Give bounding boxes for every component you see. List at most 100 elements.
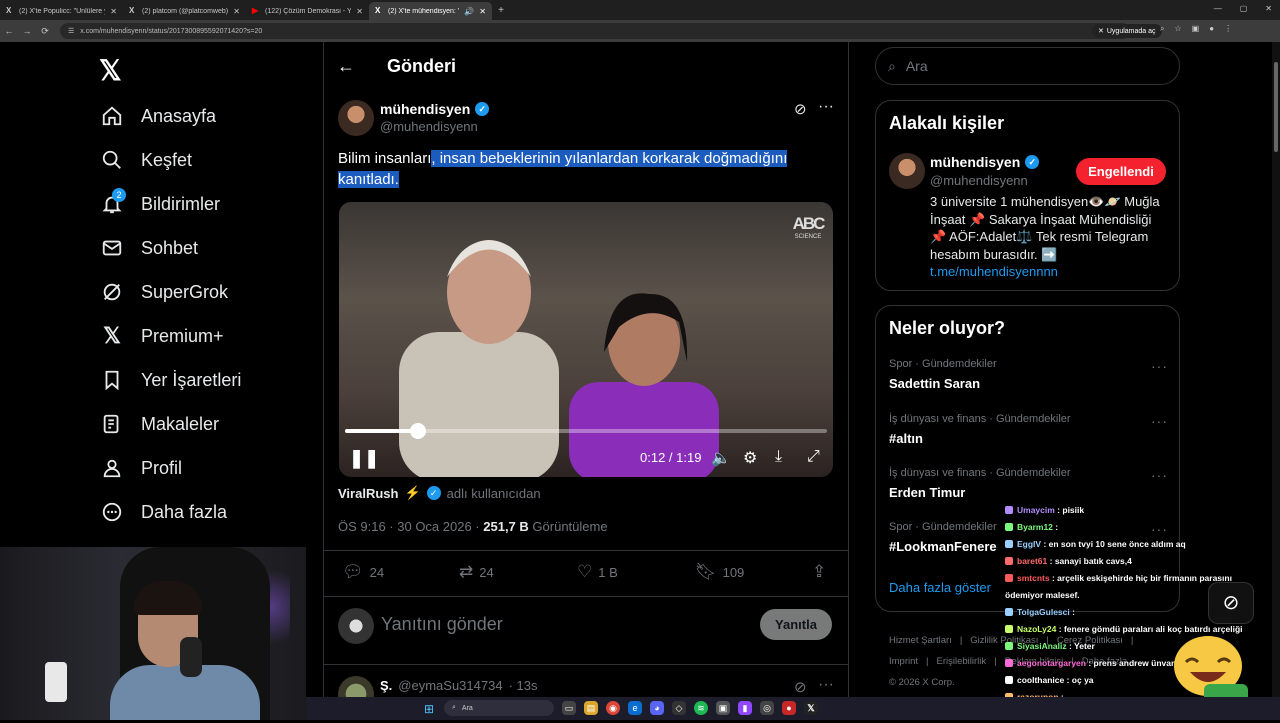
nav-explore[interactable]: Keşfet <box>100 146 192 174</box>
trend-item[interactable]: İş dünyası ve finans · Gündemdekiler Erde… <box>889 467 1071 500</box>
edge-icon[interactable]: e <box>628 701 642 715</box>
reply-button[interactable]: Yanıtla <box>760 609 832 640</box>
nav-chat[interactable]: Sohbet <box>100 234 198 262</box>
browser-tab[interactable]: ▶ (122) Çözüm Demokrasi - YouTub ✕ <box>246 2 369 20</box>
menu-icon[interactable]: ⋮ <box>1224 24 1232 34</box>
forward-nav-icon[interactable]: → <box>18 26 36 36</box>
app-icon[interactable]: ◇ <box>672 701 686 715</box>
zoom-icon[interactable]: ⌕ <box>1160 24 1164 34</box>
chat-text: en son tvyi 10 sene önce aldım aq <box>1048 539 1186 549</box>
close-icon[interactable]: ✕ <box>233 7 240 16</box>
chat-separator: : <box>1052 522 1059 532</box>
post-timestamp[interactable]: ÖS 9:16 · 30 Oca 2026 · <box>338 519 483 534</box>
more-options-icon[interactable]: ··· <box>818 676 834 694</box>
twitch-icon[interactable]: ▮ <box>738 701 752 715</box>
browser-tab[interactable]: X (2) platcom (@platcomweb) / X ✕ <box>123 2 246 20</box>
trend-topic: #altın <box>889 431 923 446</box>
volume-icon[interactable]: 🔈 <box>711 448 731 468</box>
minimize-icon[interactable]: — <box>1214 4 1222 13</box>
show-more-link[interactable]: Daha fazla göster <box>889 580 991 595</box>
trend-item[interactable]: Spor · Gündemdekiler #LookmanFenere <box>889 521 997 554</box>
reply-action[interactable]: 💬︎ 24 <box>342 562 384 582</box>
extensions-icon[interactable]: ▣ <box>1192 24 1200 34</box>
related-handle[interactable]: @muhendisyenn <box>930 173 1028 188</box>
post-text-plain: Bilim insanları <box>338 150 432 167</box>
x-logo-icon[interactable]: 𝕏 <box>99 54 122 87</box>
video-progress-bar[interactable] <box>345 423 827 439</box>
scrollbar-thumb[interactable] <box>1274 62 1278 152</box>
footer-link[interactable]: Hizmet Şartları <box>889 635 952 646</box>
picture-in-picture-icon[interactable]: ⤓ <box>775 448 782 466</box>
share-action[interactable]: ⇪ <box>812 562 826 582</box>
reply-author-name: Ş. <box>380 678 393 693</box>
address-bar-row: ← → ⟳ ☰ x.com/muhendisyenn/status/201730… <box>0 20 1280 42</box>
author-avatar[interactable] <box>338 100 374 136</box>
more-options-icon[interactable]: ··· <box>1151 413 1168 429</box>
blocked-button[interactable]: Engellendi <box>1076 158 1166 185</box>
maximize-icon[interactable]: ▢ <box>1240 4 1248 13</box>
nav-bookmarks[interactable]: Yer İşaretleri <box>100 366 241 394</box>
site-info-icon[interactable]: ☰ <box>68 27 74 35</box>
trend-item[interactable]: İş dünyası ve finans · Gündemdekiler #alt… <box>889 413 1071 446</box>
profile-icon[interactable]: ● <box>1209 24 1214 34</box>
nav-notifications[interactable]: 2 Bildirimler <box>100 188 220 218</box>
trend-item[interactable]: Spor · Gündemdekiler Sadettin Saran <box>889 358 997 391</box>
nav-more[interactable]: Daha fazla <box>100 498 227 526</box>
fullscreen-icon[interactable]: ⤢ <box>807 448 820 466</box>
spotify-icon[interactable]: ≋ <box>694 701 708 715</box>
reload-icon[interactable]: ⟳ <box>36 26 54 37</box>
new-tab-button[interactable]: + <box>492 5 510 16</box>
scrollbar[interactable] <box>1272 42 1280 697</box>
nav-articles[interactable]: Makaleler <box>100 410 219 438</box>
source-name[interactable]: ViralRush <box>338 486 398 501</box>
repost-action[interactable]: ⇄ 24 <box>459 562 494 582</box>
reply-input[interactable]: Yanıtını gönder <box>381 614 503 635</box>
more-options-icon[interactable]: ··· <box>1151 358 1168 374</box>
reply-author[interactable]: Ş. @eymaSu314734 · 13s <box>380 678 537 693</box>
file-explorer-icon[interactable]: ▤ <box>584 701 598 715</box>
task-view-icon[interactable]: ▭ <box>562 701 576 715</box>
search-input[interactable]: ⌕ Ara <box>875 47 1180 85</box>
nav-profile[interactable]: Profil <box>100 454 182 482</box>
app-icon[interactable]: ▣ <box>716 701 730 715</box>
app-icon[interactable]: ◎ <box>760 701 774 715</box>
related-bio-link[interactable]: t.me/muhendisyennnn <box>930 264 1058 279</box>
more-options-icon[interactable]: ··· <box>1151 467 1168 483</box>
footer-link[interactable]: Imprint <box>889 656 918 667</box>
open-in-app-button[interactable]: ✕ Uygulamada aç <box>1092 24 1162 38</box>
x-app-icon[interactable]: 𝕏 <box>804 701 818 715</box>
nav-premium[interactable]: 𝕏 Premium+ <box>100 322 223 350</box>
chat-badge-icon <box>1005 676 1013 684</box>
chrome-icon[interactable]: ◉ <box>606 701 620 715</box>
author-handle[interactable]: @muhendisyenn <box>380 119 478 134</box>
bookmark-action[interactable]: 🔖︎ 109 <box>695 562 744 582</box>
close-icon[interactable]: ✕ <box>479 7 486 16</box>
close-icon[interactable]: ✕ <box>110 7 117 16</box>
like-action[interactable]: ♡ 1 B <box>577 562 618 582</box>
discord-icon[interactable]: ◕ <box>650 701 664 715</box>
back-nav-icon[interactable]: ← <box>0 26 18 36</box>
footer-link[interactable]: Erişilebilirlik <box>937 656 987 667</box>
grok-post-icon[interactable]: ⊘ <box>794 100 807 118</box>
close-icon[interactable]: ✕ <box>356 7 363 16</box>
nav-label: Anasayfa <box>141 105 217 126</box>
back-arrow-icon[interactable]: ← <box>337 56 355 77</box>
browser-tab-active[interactable]: X (2) X'te mühendisyen: "Bilim i 🔊 ✕ <box>369 2 492 20</box>
taskbar-search[interactable]: ⌕ Ara <box>444 700 554 716</box>
my-avatar[interactable] <box>338 608 374 644</box>
pause-icon[interactable]: ❚❚ <box>349 448 379 469</box>
settings-icon[interactable]: ⚙ <box>743 448 757 468</box>
related-avatar[interactable] <box>889 153 925 189</box>
more-options-icon[interactable]: ··· <box>818 98 834 116</box>
browser-tab[interactable]: X (2) X'te Populicc: "Ünlülere yönel ✕ <box>0 2 123 20</box>
close-window-icon[interactable]: ✕ <box>1265 4 1272 13</box>
nav-supergrok[interactable]: SuperGrok <box>100 278 228 306</box>
windows-start-icon[interactable]: ⊞ <box>424 702 434 716</box>
app-icon[interactable]: ● <box>782 701 796 715</box>
url-field[interactable]: ☰ x.com/muhendisyenn/status/201730089559… <box>60 23 1130 39</box>
star-icon[interactable]: ☆ <box>1174 24 1181 34</box>
author-name[interactable]: mühendisyen ✓ <box>380 101 490 117</box>
grok-post-icon[interactable]: ⊘ <box>794 678 807 696</box>
nav-home[interactable]: Anasayfa <box>100 102 216 130</box>
related-name[interactable]: mühendisyen ✓ <box>930 154 1040 170</box>
